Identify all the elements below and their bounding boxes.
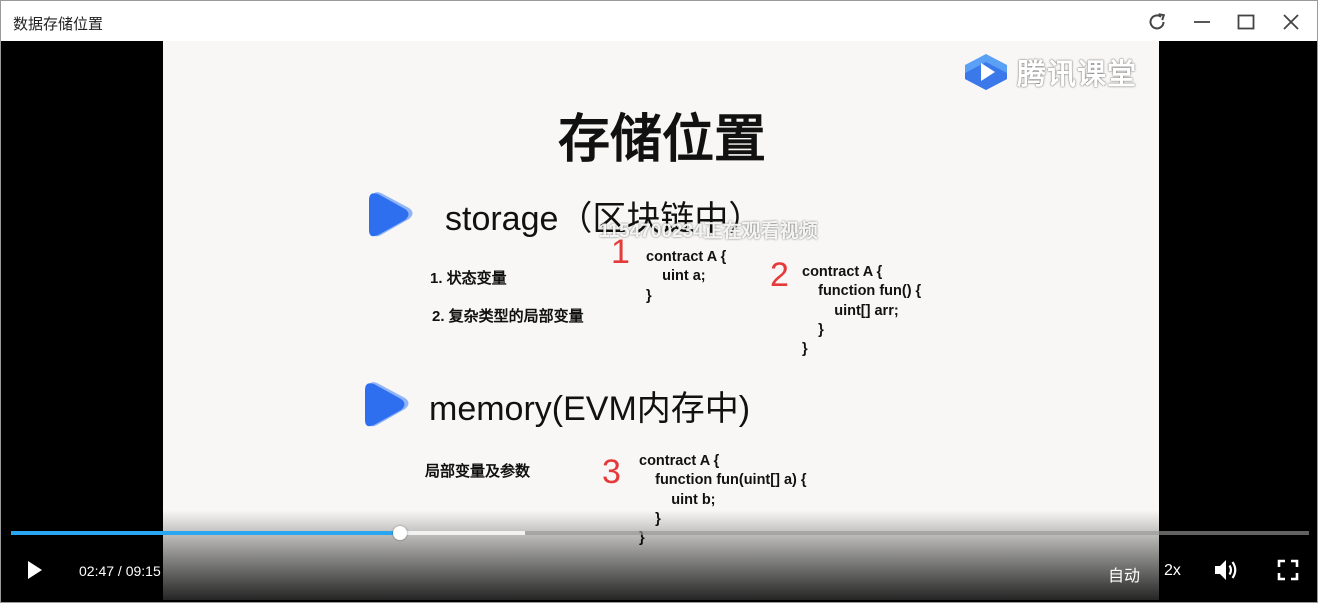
play-icon: [28, 561, 42, 579]
brand-name: 腾讯课堂: [1017, 59, 1138, 91]
close-button[interactable]: [1278, 9, 1304, 35]
volume-button[interactable]: [1212, 557, 1240, 588]
video-player-window: 数据存储位置 腾讯课堂 存储位置 storage（区块链中） 1. 状态变量 2…: [0, 0, 1318, 603]
storage-bullet-2: 2. 复杂类型的局部变量: [432, 308, 584, 325]
refresh-icon: [1149, 13, 1166, 30]
time-display: 02:47 / 09:15: [79, 563, 161, 579]
code-block-1: contract A { uint a; }: [646, 249, 727, 304]
close-icon: [1283, 14, 1299, 30]
maximize-button[interactable]: [1233, 9, 1259, 35]
brand-logo: 腾讯课堂: [963, 51, 1137, 93]
play-button[interactable]: [23, 558, 45, 587]
fullscreen-icon: [1277, 559, 1299, 581]
title-bar: 数据存储位置: [1, 1, 1317, 41]
video-area[interactable]: 腾讯课堂 存储位置 storage（区块链中） 1. 状态变量 2. 复杂类型的…: [3, 41, 1315, 600]
memory-section-header: memory(EVM内存中): [361, 378, 750, 432]
minimize-button[interactable]: [1189, 9, 1215, 35]
play-blob-icon: [365, 382, 409, 427]
controls-overlay: [3, 510, 1315, 600]
code-number-3: 3: [602, 453, 621, 491]
playback-speed[interactable]: 2x: [1164, 562, 1181, 580]
viewer-watermark: 1154700234正在观看视频: [599, 221, 818, 242]
refresh-button[interactable]: [1144, 9, 1170, 35]
quality-selector[interactable]: 自动: [1108, 562, 1140, 586]
storage-bullet-1: 1. 状态变量: [430, 270, 507, 287]
fullscreen-button[interactable]: [1277, 559, 1299, 586]
maximize-icon: [1237, 14, 1255, 30]
memory-title: memory(EVM内存中): [429, 389, 751, 428]
play-blob-icon: [369, 192, 413, 237]
slide-title: 存储位置: [558, 111, 767, 169]
code-number-2: 2: [770, 256, 789, 294]
progress-bar[interactable]: [11, 526, 1309, 540]
volume-icon: [1215, 560, 1237, 580]
code-block-2: contract A { function fun() { uint[] arr…: [802, 264, 922, 358]
tencent-classroom-logo-icon: [965, 54, 1007, 90]
memory-bullet-1: 局部变量及参数: [425, 463, 531, 480]
minimize-icon: [1194, 21, 1210, 23]
window-title: 数据存储位置: [13, 16, 104, 33]
progress-played: [11, 531, 401, 535]
